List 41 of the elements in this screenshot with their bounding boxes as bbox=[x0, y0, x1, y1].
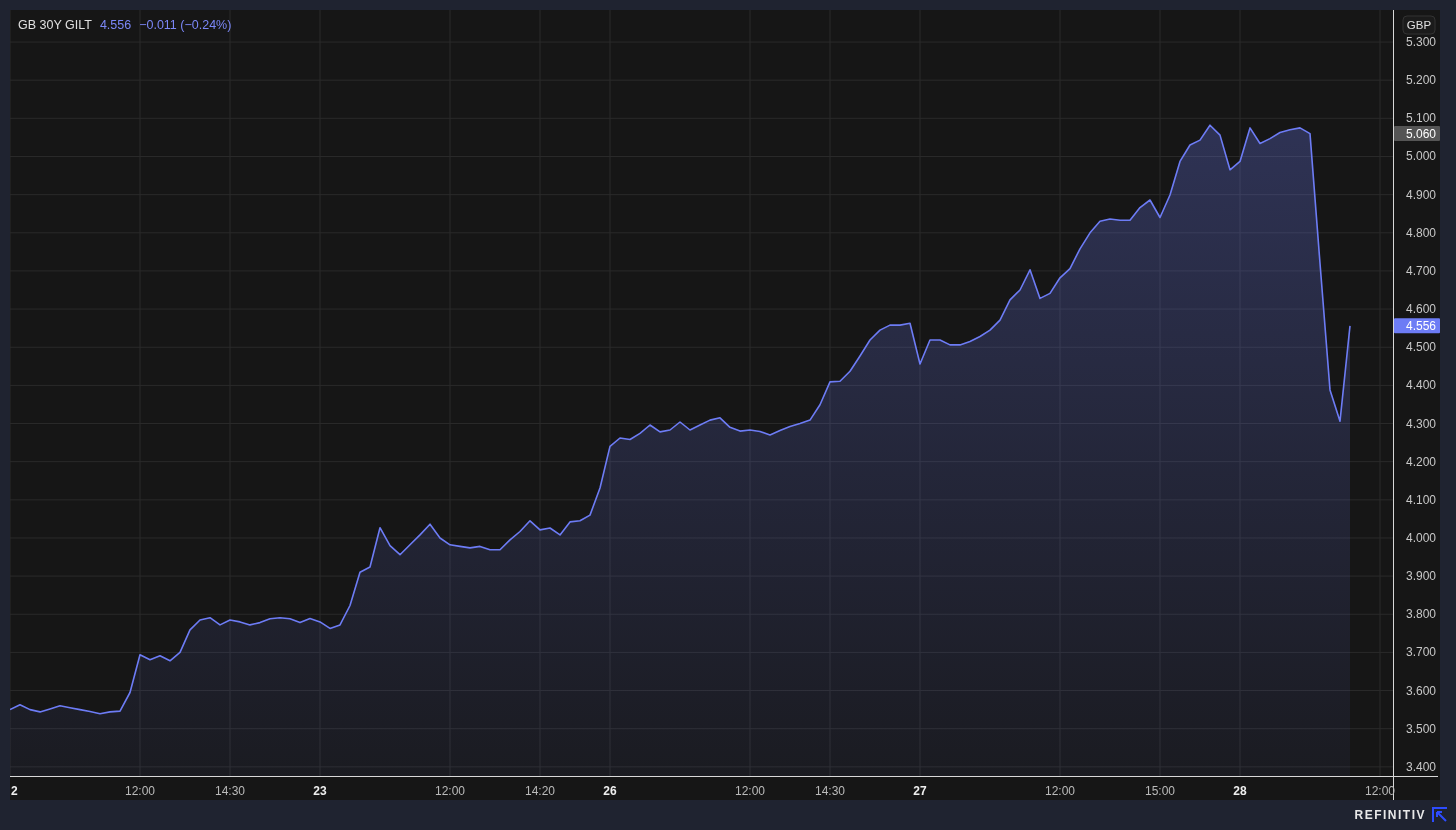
y-axis-label: 3.700 bbox=[1405, 645, 1436, 660]
x-axis-label: 12:00 bbox=[1045, 784, 1075, 798]
x-axis-label: 26 bbox=[603, 784, 617, 798]
y-axis-label: 4.100 bbox=[1405, 492, 1436, 507]
currency-badge: GBP bbox=[1402, 15, 1436, 35]
x-axis-label: 23 bbox=[313, 784, 327, 798]
y-axis-label: 3.800 bbox=[1405, 607, 1436, 622]
x-axis-label: 12:00 bbox=[735, 784, 765, 798]
y-axis-label: 3.900 bbox=[1405, 569, 1436, 584]
y-axis-label: 5.200 bbox=[1405, 73, 1436, 88]
y-axis-label: 4.000 bbox=[1405, 530, 1436, 545]
x-axis-label: 12:00 bbox=[435, 784, 465, 798]
price-tag: 4.556 bbox=[1394, 318, 1440, 334]
x-axis-label: 28 bbox=[1233, 784, 1247, 798]
x-axis-label: 15:00 bbox=[1145, 784, 1175, 798]
y-axis-label: 4.800 bbox=[1405, 225, 1436, 240]
price-change: −0.011 (−0.24%) bbox=[139, 18, 232, 32]
instrument-name: GB 30Y GILT bbox=[18, 18, 92, 32]
y-axis-label: 4.400 bbox=[1405, 378, 1436, 393]
y-axis-label: 5.000 bbox=[1405, 149, 1436, 164]
y-axis-label: 5.100 bbox=[1405, 111, 1436, 126]
y-axis-label: 4.600 bbox=[1405, 302, 1436, 317]
price-tag: 5.060 bbox=[1394, 126, 1440, 142]
y-axis-label: 4.700 bbox=[1405, 263, 1436, 278]
y-axis-label: 4.900 bbox=[1405, 187, 1436, 202]
arrow-logo-icon bbox=[1432, 807, 1448, 823]
x-axis-label: 2 bbox=[11, 784, 18, 798]
y-axis-label: 5.300 bbox=[1405, 35, 1436, 50]
x-axis-label: 12:00 bbox=[125, 784, 155, 798]
x-axis-label: 14:20 bbox=[525, 784, 555, 798]
y-axis-label: 3.600 bbox=[1405, 683, 1436, 698]
y-axis-label: 4.200 bbox=[1405, 454, 1436, 469]
y-axis-label: 4.300 bbox=[1405, 416, 1436, 431]
brand-logo-text: REFINITIV bbox=[1354, 808, 1426, 822]
x-axis-label: 14:30 bbox=[815, 784, 845, 798]
y-axis-label: 4.500 bbox=[1405, 340, 1436, 355]
x-axis-label: 14:30 bbox=[215, 784, 245, 798]
last-price: 4.556 bbox=[99, 18, 132, 32]
y-axis-label: 3.400 bbox=[1405, 759, 1436, 774]
x-axis-label: 27 bbox=[913, 784, 927, 798]
y-axis-label: 3.500 bbox=[1405, 721, 1436, 736]
